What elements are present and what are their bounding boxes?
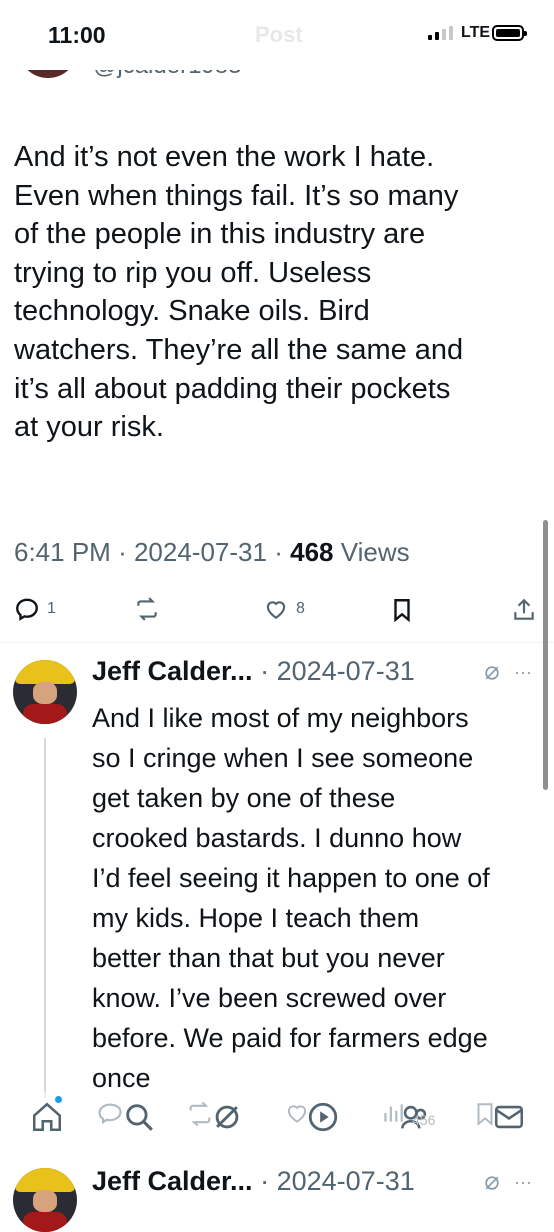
views-count-faded: 456 — [412, 1112, 436, 1128]
like-count: 8 — [296, 600, 305, 617]
like-button[interactable]: 8 — [263, 596, 305, 622]
reply-header: Jeff Calder... · 2024-07-31 — [92, 656, 415, 687]
page-title: Post — [255, 22, 303, 47]
tweet-text: And it’s not even the work I hate. Even … — [14, 141, 464, 444]
scrollbar[interactable] — [543, 520, 548, 790]
signal-icon — [428, 26, 453, 40]
tweet-meta: 6:41 PM · 2024-07-31 · 468 Views — [14, 537, 410, 568]
heart-icon — [266, 601, 286, 619]
share-button[interactable] — [511, 596, 537, 624]
thread-line — [44, 738, 46, 1098]
tweet-time[interactable]: 6:41 PM — [14, 537, 111, 567]
bookmark-icon — [394, 599, 410, 623]
reply-count: 1 — [47, 600, 56, 617]
more-icon[interactable]: ··· — [514, 1172, 532, 1193]
status-bar: 11:00 Post LTE — [0, 0, 554, 70]
repost-button[interactable] — [133, 596, 161, 622]
reply-author-name[interactable]: Jeff Calder... — [92, 656, 253, 686]
bottom-nav: 456 — [0, 1092, 554, 1148]
meta-separator: · — [274, 537, 283, 567]
reply-text: And I like most of my neighbors so I cri… — [92, 703, 490, 1090]
views-count: 468 — [290, 537, 334, 567]
reply2-date[interactable]: 2024-07-31 — [277, 1166, 415, 1196]
reply-header-icons: ··· — [482, 662, 532, 683]
reply-icon-faded — [98, 1103, 122, 1125]
home-icon[interactable] — [30, 1100, 64, 1134]
reply2-author-name[interactable]: Jeff Calder... — [92, 1166, 253, 1196]
reply-icon — [16, 598, 38, 621]
notification-dot — [55, 1096, 62, 1103]
reply2-avatar[interactable] — [13, 1168, 77, 1232]
status-time: 11:00 — [48, 22, 106, 48]
reply-date[interactable]: 2024-07-31 — [277, 656, 415, 686]
grok-icon[interactable] — [482, 1173, 502, 1193]
reply-separator: · — [260, 656, 270, 686]
messages-icon[interactable] — [492, 1100, 526, 1134]
more-icon[interactable]: ··· — [514, 662, 532, 683]
bookmark-button[interactable] — [389, 596, 415, 624]
views-label: Views — [340, 537, 410, 567]
grok-icon[interactable] — [482, 663, 502, 683]
repost-icon — [137, 597, 157, 621]
reply-avatar[interactable] — [13, 660, 77, 724]
meta-separator: · — [118, 537, 127, 567]
network-label: LTE — [461, 24, 491, 41]
divider — [0, 642, 554, 643]
tweet-actions: 1 8 — [0, 596, 554, 628]
battery-icon — [492, 25, 527, 41]
tweet-date[interactable]: 2024-07-31 — [134, 537, 267, 567]
share-icon — [514, 598, 534, 620]
reply2-header: Jeff Calder... · 2024-07-31 — [92, 1166, 415, 1197]
reply2-separator: · — [260, 1166, 270, 1196]
reply2-header-icons: ··· — [482, 1172, 532, 1193]
video-icon[interactable] — [306, 1100, 340, 1134]
reply-button[interactable]: 1 — [14, 596, 56, 622]
search-icon[interactable] — [122, 1100, 156, 1134]
grok-nav-icon[interactable] — [210, 1100, 244, 1134]
